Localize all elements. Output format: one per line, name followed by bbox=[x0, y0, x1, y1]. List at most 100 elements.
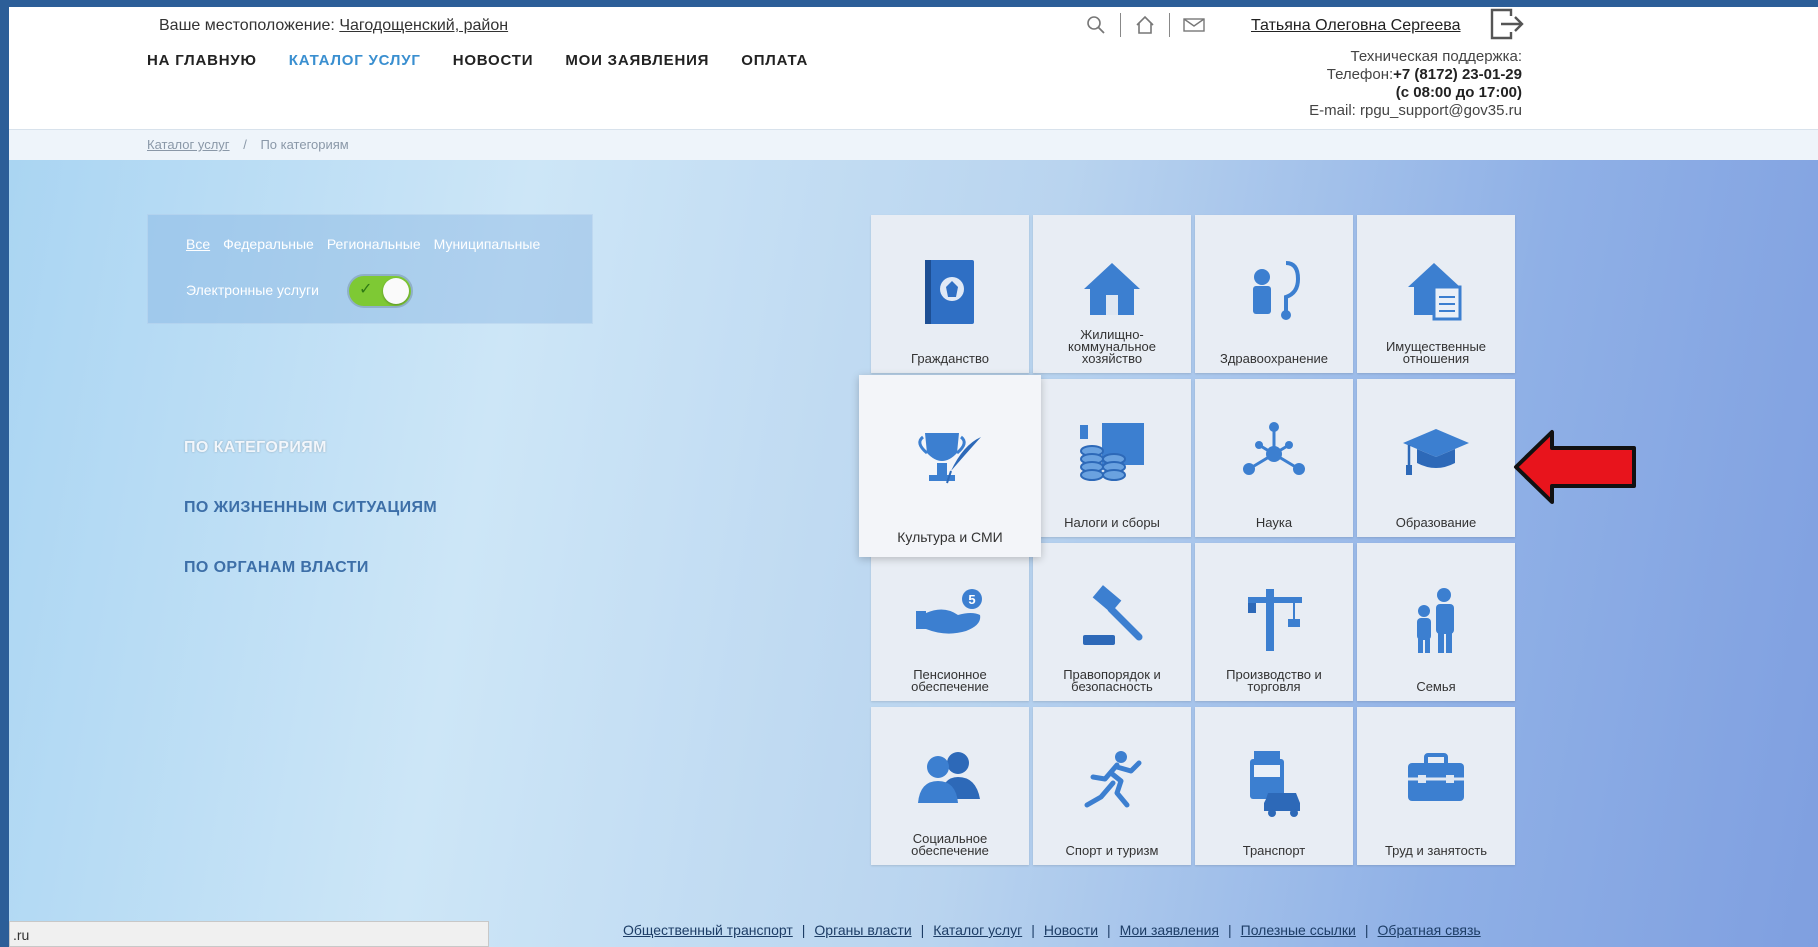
house-icon bbox=[1084, 263, 1140, 315]
tile-label: Правопорядок и безопасность bbox=[1063, 667, 1161, 694]
divider: | bbox=[1107, 922, 1111, 938]
footer-link-public-transport[interactable]: Общественный транспорт bbox=[623, 922, 793, 938]
property-icon bbox=[1408, 263, 1462, 321]
tile-education[interactable]: Образование bbox=[1357, 379, 1515, 537]
breadcrumb-separator: / bbox=[243, 137, 247, 152]
tile-label: Производство и торговля bbox=[1226, 667, 1322, 694]
tile-label: Культура и СМИ bbox=[897, 529, 1003, 545]
divider: | bbox=[1227, 922, 1232, 938]
coins-icon bbox=[1080, 423, 1144, 481]
breadcrumb-current: По категориям bbox=[260, 137, 349, 152]
sidenav-by-life-situation[interactable]: ПО ЖИЗНЕННЫМ СИТУАЦИЯМ bbox=[184, 499, 437, 517]
phone-number: +7 (8172) 23-01-29 bbox=[1393, 66, 1522, 83]
tile-label: Социальное обеспечение bbox=[911, 831, 989, 858]
toggle-knob bbox=[383, 278, 409, 304]
tile-family[interactable]: Семья bbox=[1357, 543, 1515, 701]
nav-my-requests[interactable]: МОИ ЗАЯВЛЕНИЯ bbox=[565, 52, 709, 69]
mail-icon[interactable] bbox=[1183, 14, 1205, 36]
trophy-quill-icon bbox=[918, 433, 981, 484]
footer-link-feedback[interactable]: Обратная связь bbox=[1378, 922, 1481, 938]
tile-social[interactable]: Социальное обеспечение bbox=[871, 707, 1029, 865]
filter-tabs: Все Федеральные Региональные Муниципальн… bbox=[186, 236, 540, 252]
header: Ваше местоположение: Чагодощенский, райо… bbox=[9, 7, 1818, 129]
tile-label: Пенсионное обеспечение bbox=[911, 667, 989, 694]
stethoscope-icon bbox=[1253, 261, 1301, 320]
tile-label: Образование bbox=[1395, 515, 1477, 530]
support-email: E-mail: rpgu_support@gov35.ru bbox=[1309, 102, 1522, 119]
filter-tab-all[interactable]: Все bbox=[186, 236, 210, 252]
gavel-icon bbox=[1083, 585, 1143, 645]
divider: | bbox=[1364, 922, 1369, 938]
briefcase-icon bbox=[1408, 753, 1464, 801]
user-name-link[interactable]: Татьяна Олеговна Сергеева bbox=[1251, 17, 1461, 35]
tile-label: Имущественные отношения bbox=[1385, 339, 1487, 366]
nav-catalog[interactable]: КАТАЛОГ УСЛУГ bbox=[289, 52, 421, 69]
nav-payment[interactable]: ОПЛАТА bbox=[741, 52, 808, 69]
tile-sport[interactable]: Спорт и туризм bbox=[1033, 707, 1191, 865]
tile-citizenship[interactable]: Гражданство bbox=[871, 215, 1029, 373]
tile-taxes[interactable]: Налоги и сборы bbox=[1033, 379, 1191, 537]
breadcrumb: Каталог услуг / По категориям bbox=[9, 129, 1818, 160]
support-info: Техническая поддержка: Телефон:+7 (8172)… bbox=[1309, 48, 1522, 120]
divider: | bbox=[801, 922, 806, 938]
tile-law[interactable]: Правопорядок и безопасность bbox=[1033, 543, 1191, 701]
tile-science[interactable]: Наука bbox=[1195, 379, 1353, 537]
sidenav-by-authority[interactable]: ПО ОРГАНАМ ВЛАСТИ bbox=[184, 559, 437, 577]
tile-property[interactable]: Имущественные отношения bbox=[1357, 215, 1515, 373]
divider: | bbox=[1031, 922, 1035, 938]
divider bbox=[1169, 13, 1170, 37]
footer-link-catalog[interactable]: Каталог услуг bbox=[933, 922, 1022, 938]
family-icon bbox=[1417, 588, 1454, 653]
search-icon[interactable] bbox=[1085, 14, 1107, 36]
tile-label: Спорт и туризм bbox=[1065, 843, 1159, 858]
support-hours: (с 08:00 до 17:00) bbox=[1309, 84, 1522, 102]
pointer-arrow-icon bbox=[1512, 428, 1638, 511]
home-icon[interactable] bbox=[1134, 14, 1156, 36]
footer-link-authorities[interactable]: Органы власти bbox=[814, 922, 911, 938]
crane-icon bbox=[1248, 589, 1302, 651]
service-filter: Все Федеральные Региональные Муниципальн… bbox=[147, 214, 593, 324]
svg-text:5: 5 bbox=[968, 592, 975, 607]
transport-icon bbox=[1250, 751, 1300, 817]
filter-tab-municipal[interactable]: Муниципальные bbox=[434, 236, 541, 252]
tile-labor[interactable]: Труд и занятость bbox=[1357, 707, 1515, 865]
check-icon: ✓ bbox=[359, 281, 373, 298]
people-icon bbox=[918, 752, 980, 803]
footer-link-news[interactable]: Новости bbox=[1044, 922, 1098, 938]
tile-transport[interactable]: Транспорт bbox=[1195, 707, 1353, 865]
header-tools bbox=[1085, 13, 1205, 37]
sidenav-by-category[interactable]: ПО КАТЕГОРИЯМ bbox=[184, 439, 437, 457]
filter-tab-regional[interactable]: Региональные bbox=[327, 236, 421, 252]
tile-culture[interactable]: Культура и СМИ bbox=[859, 375, 1041, 557]
graduation-cap-icon bbox=[1403, 429, 1469, 475]
catalog-sidenav: ПО КАТЕГОРИЯМ ПО ЖИЗНЕННЫМ СИТУАЦИЯМ ПО … bbox=[184, 439, 437, 619]
nav-home[interactable]: НА ГЛАВНУЮ bbox=[147, 52, 257, 69]
tile-label: Транспорт bbox=[1242, 843, 1306, 858]
tile-industry[interactable]: Производство и торговля bbox=[1195, 543, 1353, 701]
footer-link-useful-links[interactable]: Полезные ссылки bbox=[1241, 922, 1356, 938]
nav-news[interactable]: НОВОСТИ bbox=[453, 52, 534, 69]
footer-link-my-requests[interactable]: Мои заявления bbox=[1120, 922, 1219, 938]
footer-links: Общественный транспорт | Органы власти | Кат… bbox=[623, 922, 1481, 938]
tile-pension[interactable]: 5 Пенсионное обеспечение bbox=[871, 543, 1029, 701]
molecule-icon bbox=[1243, 422, 1305, 475]
main-nav: НА ГЛАВНУЮ КАТАЛОГ УСЛУГ НОВОСТИ МОИ ЗАЯ… bbox=[147, 52, 840, 69]
tile-healthcare[interactable]: Здравоохранение bbox=[1195, 215, 1353, 373]
breadcrumb-catalog[interactable]: Каталог услуг bbox=[147, 137, 230, 152]
support-phone: Телефон:+7 (8172) 23-01-29 bbox=[1309, 66, 1522, 84]
tile-label: Семья bbox=[1416, 679, 1456, 694]
tile-label: Жилищно-коммунальное хозяйство bbox=[1068, 327, 1156, 366]
divider: | bbox=[920, 922, 925, 938]
electronic-services-toggle[interactable]: ✓ bbox=[347, 274, 413, 308]
tile-label: Труд и занятость bbox=[1384, 843, 1488, 858]
location: Ваше местоположение: Чагодощенский, райо… bbox=[159, 17, 508, 35]
hours-text: (с 08:00 до 17:00) bbox=[1395, 84, 1522, 101]
location-link[interactable]: Чагодощенский, район bbox=[339, 17, 508, 34]
tile-label: Гражданство bbox=[911, 351, 989, 366]
logout-icon[interactable] bbox=[1489, 7, 1525, 46]
location-label: Ваше местоположение: bbox=[159, 17, 335, 34]
pension-hand-icon: 5 bbox=[916, 589, 982, 634]
tile-label: Наука bbox=[1255, 515, 1293, 530]
tile-housing[interactable]: Жилищно-коммунальное хозяйство bbox=[1033, 215, 1191, 373]
filter-tab-federal[interactable]: Федеральные bbox=[223, 236, 314, 252]
